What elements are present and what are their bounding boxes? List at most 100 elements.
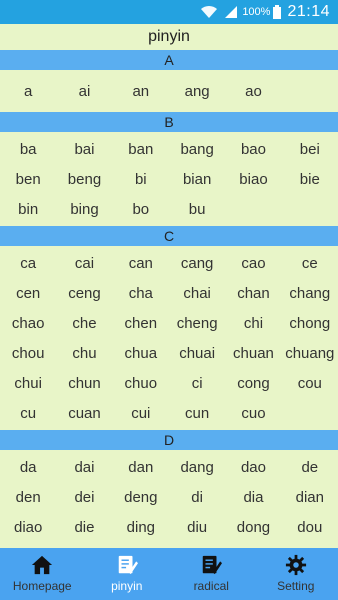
pinyin-syllable[interactable]: che bbox=[56, 315, 112, 332]
pinyin-syllable[interactable]: chui bbox=[0, 375, 56, 392]
section-header: D bbox=[0, 430, 338, 450]
pinyin-syllable[interactable]: da bbox=[0, 459, 56, 476]
pinyin-syllable[interactable]: an bbox=[113, 83, 169, 100]
pinyin-syllable[interactable]: dong bbox=[225, 519, 281, 536]
pinyin-row: ba bai ban bang bao bei bbox=[0, 134, 338, 164]
pinyin-syllable[interactable]: biao bbox=[225, 171, 281, 188]
pinyin-icon bbox=[118, 555, 138, 575]
section-a: Aa ai an ang ao bbox=[0, 50, 338, 112]
pinyin-syllable[interactable]: chang bbox=[282, 285, 338, 302]
pinyin-syllable[interactable]: bi bbox=[113, 171, 169, 188]
pinyin-syllable[interactable]: cen bbox=[0, 285, 56, 302]
bottom-nav: Homepage pinyin radical Setting bbox=[0, 548, 338, 600]
pinyin-syllable[interactable]: cu bbox=[0, 405, 56, 422]
clock: 21:14 bbox=[287, 3, 330, 20]
pinyin-syllable[interactable]: ca bbox=[0, 255, 56, 272]
nav-homepage-label: Homepage bbox=[12, 579, 72, 593]
pinyin-row: cen ceng cha chai chan chang bbox=[0, 278, 338, 308]
pinyin-syllable[interactable]: cuo bbox=[225, 405, 281, 422]
pinyin-list[interactable]: Aa ai an ang ao Bba bai ban bang bao bei ben beng bi b… bbox=[0, 50, 338, 548]
pinyin-syllable[interactable]: chu bbox=[56, 345, 112, 362]
pinyin-syllable[interactable]: dia bbox=[225, 489, 281, 506]
section-d: Dda dai dan dang dao de den dei deng di dia dian dia… bbox=[0, 430, 338, 544]
pinyin-syllable[interactable]: ceng bbox=[56, 285, 112, 302]
nav-setting[interactable]: Setting bbox=[254, 548, 338, 600]
pinyin-syllable[interactable]: chen bbox=[113, 315, 169, 332]
pinyin-syllable[interactable]: chuo bbox=[113, 375, 169, 392]
pinyin-syllable[interactable]: cha bbox=[113, 285, 169, 302]
pinyin-row: a ai an ang ao bbox=[0, 76, 338, 106]
pinyin-syllable[interactable]: dian bbox=[282, 489, 338, 506]
pinyin-syllable[interactable]: cheng bbox=[169, 315, 225, 332]
pinyin-syllable[interactable]: dang bbox=[169, 459, 225, 476]
pinyin-syllable[interactable]: ding bbox=[113, 519, 169, 536]
nav-homepage[interactable]: Homepage bbox=[0, 548, 85, 600]
status-bar: 100% 21:14 bbox=[0, 0, 338, 24]
pinyin-syllable[interactable]: diao bbox=[0, 519, 56, 536]
pinyin-syllable[interactable]: bian bbox=[169, 171, 225, 188]
pinyin-row: chao che chen cheng chi chong bbox=[0, 308, 338, 338]
home-icon bbox=[32, 555, 53, 575]
pinyin-syllable[interactable]: cao bbox=[225, 255, 281, 272]
radical-icon bbox=[203, 555, 223, 575]
pinyin-syllable[interactable]: deng bbox=[113, 489, 169, 506]
pinyin-syllable[interactable]: dou bbox=[282, 519, 338, 536]
pinyin-syllable[interactable]: cang bbox=[169, 255, 225, 272]
pinyin-syllable[interactable]: dei bbox=[56, 489, 112, 506]
pinyin-syllable[interactable]: bao bbox=[225, 141, 281, 158]
pinyin-syllable[interactable]: can bbox=[113, 255, 169, 272]
pinyin-syllable[interactable]: chua bbox=[113, 345, 169, 362]
pinyin-syllable[interactable]: cuan bbox=[56, 405, 112, 422]
pinyin-syllable[interactable]: chi bbox=[225, 315, 281, 332]
pinyin-syllable[interactable]: ben bbox=[0, 171, 56, 188]
pinyin-syllable[interactable]: bu bbox=[169, 201, 225, 218]
pinyin-syllable[interactable]: bie bbox=[282, 171, 338, 188]
pinyin-syllable[interactable]: ban bbox=[113, 141, 169, 158]
pinyin-syllable[interactable]: dan bbox=[113, 459, 169, 476]
pinyin-syllable[interactable]: chai bbox=[169, 285, 225, 302]
pinyin-syllable[interactable]: ce bbox=[282, 255, 338, 272]
pinyin-syllable[interactable]: ci bbox=[169, 375, 225, 392]
pinyin-syllable[interactable]: ba bbox=[0, 141, 56, 158]
pinyin-syllable[interactable]: de bbox=[282, 459, 338, 476]
pinyin-syllable[interactable]: ang bbox=[169, 83, 225, 100]
pinyin-syllable[interactable]: bin bbox=[0, 201, 56, 218]
pinyin-syllable[interactable]: chao bbox=[0, 315, 56, 332]
battery-percent: 100% bbox=[242, 6, 271, 18]
pinyin-syllable[interactable]: beng bbox=[56, 171, 112, 188]
pinyin-syllable[interactable]: chuan bbox=[225, 345, 281, 362]
pinyin-syllable[interactable]: a bbox=[0, 83, 56, 100]
nav-radical[interactable]: radical bbox=[169, 548, 254, 600]
pinyin-syllable[interactable]: dai bbox=[56, 459, 112, 476]
pinyin-syllable[interactable]: diu bbox=[169, 519, 225, 536]
pinyin-syllable[interactable]: chou bbox=[0, 345, 56, 362]
pinyin-syllable[interactable]: bei bbox=[282, 141, 338, 158]
pinyin-syllable[interactable]: bing bbox=[56, 201, 112, 218]
nav-pinyin[interactable]: pinyin bbox=[85, 548, 170, 600]
pinyin-row: da dai dan dang dao de bbox=[0, 452, 338, 482]
pinyin-syllable[interactable]: ai bbox=[56, 83, 112, 100]
pinyin-syllable[interactable]: chan bbox=[225, 285, 281, 302]
pinyin-row: chou chu chua chuai chuan chuang bbox=[0, 338, 338, 368]
pinyin-syllable[interactable]: cou bbox=[282, 375, 338, 392]
pinyin-syllable[interactable]: die bbox=[56, 519, 112, 536]
pinyin-syllable[interactable]: ao bbox=[225, 83, 281, 100]
pinyin-syllable[interactable]: cai bbox=[56, 255, 112, 272]
section-header: A bbox=[0, 50, 338, 70]
pinyin-row: cu cuan cui cun cuo bbox=[0, 398, 338, 428]
pinyin-syllable[interactable]: chong bbox=[282, 315, 338, 332]
pinyin-syllable[interactable]: bo bbox=[113, 201, 169, 218]
pinyin-syllable[interactable]: cong bbox=[225, 375, 281, 392]
pinyin-syllable[interactable]: bai bbox=[56, 141, 112, 158]
pinyin-syllable[interactable]: bang bbox=[169, 141, 225, 158]
pinyin-syllable[interactable]: dao bbox=[225, 459, 281, 476]
pinyin-syllable[interactable]: chuang bbox=[282, 345, 338, 362]
pinyin-syllable[interactable]: den bbox=[0, 489, 56, 506]
pinyin-syllable[interactable]: cui bbox=[113, 405, 169, 422]
pinyin-syllable[interactable]: di bbox=[169, 489, 225, 506]
section-b: Bba bai ban bang bao bei ben beng bi bian biao bie b… bbox=[0, 112, 338, 226]
pinyin-syllable[interactable]: chuai bbox=[169, 345, 225, 362]
pinyin-syllable[interactable]: cun bbox=[169, 405, 225, 422]
pinyin-row: den dei deng di dia dian bbox=[0, 482, 338, 512]
pinyin-syllable[interactable]: chun bbox=[56, 375, 112, 392]
